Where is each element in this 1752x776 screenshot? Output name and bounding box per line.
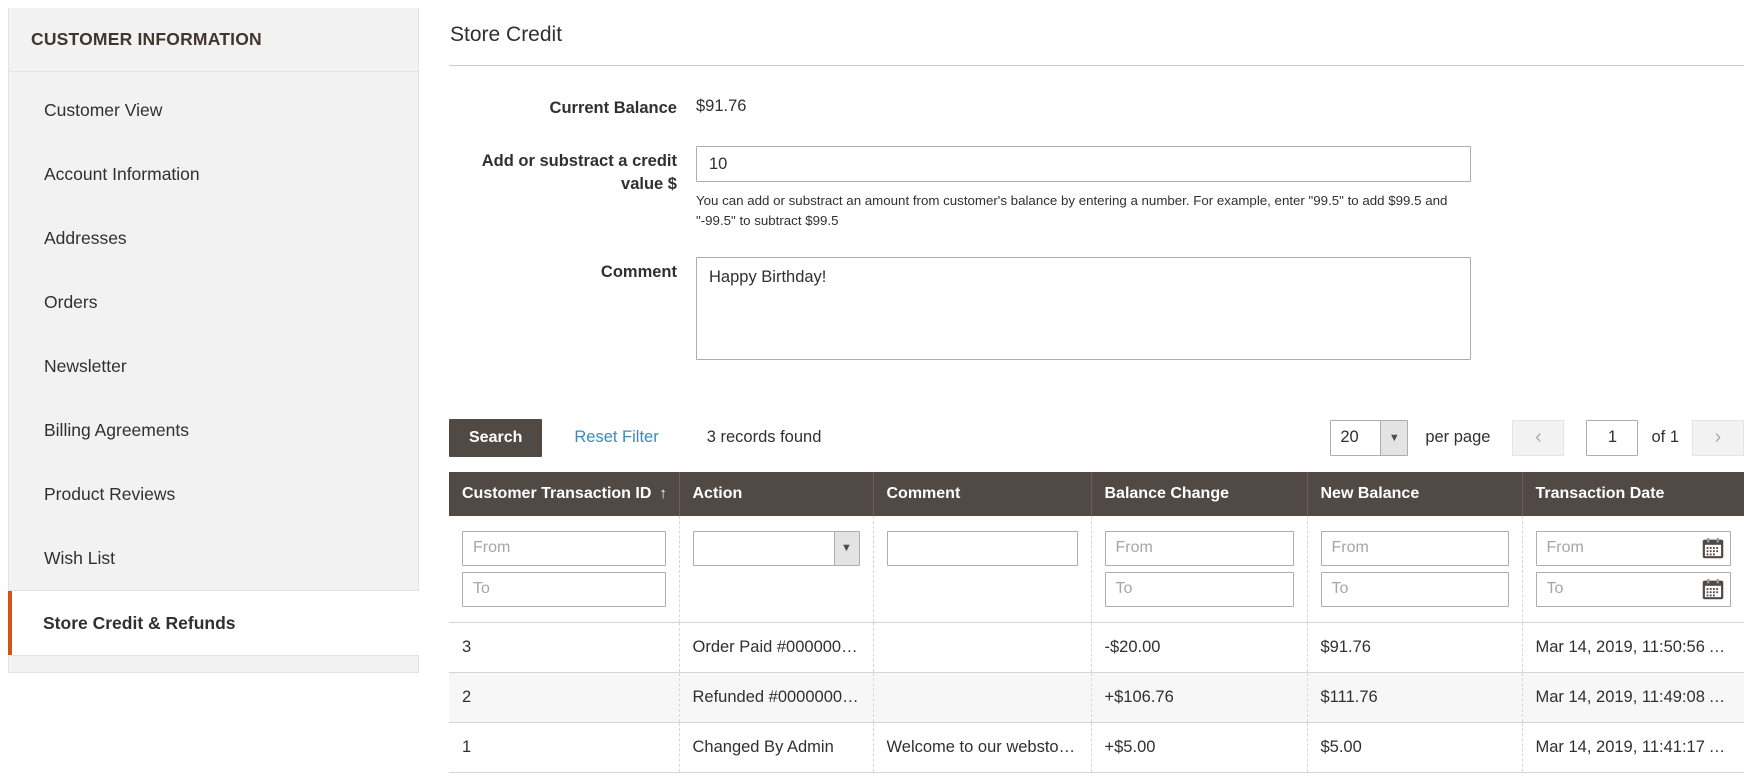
cell-comment: Welcome to our webstore! <box>873 722 1092 773</box>
filter-new-balance-from[interactable] <box>1320 530 1509 566</box>
records-found-label: 3 records found <box>706 428 822 447</box>
sort-ascending-icon: ↑ <box>659 485 667 503</box>
page-title: Store Credit <box>449 8 1744 66</box>
credit-value-row: Add or substract a credit value $ You ca… <box>449 146 1744 230</box>
cell-balance-change: -$20.00 <box>1091 622 1308 673</box>
page-number-input[interactable] <box>1586 419 1639 456</box>
filter-comment-input[interactable] <box>886 530 1078 566</box>
search-button[interactable]: Search <box>449 418 543 457</box>
cell-transaction-id: 2 <box>449 672 680 723</box>
current-balance-value: $91.76 <box>696 97 747 115</box>
filter-balance-change-to[interactable] <box>1104 571 1294 607</box>
cell-transaction-id: 1 <box>449 722 680 773</box>
cell-comment <box>873 672 1092 723</box>
sidebar-item-addresses[interactable]: Addresses <box>9 206 418 270</box>
per-page-select[interactable]: 20 ▼ <box>1330 419 1409 456</box>
calendar-icon[interactable] <box>1702 537 1724 559</box>
filter-date-from-wrapper <box>1535 530 1731 566</box>
filter-new-balance-to[interactable] <box>1320 571 1509 607</box>
calendar-icon[interactable] <box>1702 578 1724 600</box>
sidebar-nav: Customer View Account Information Addres… <box>8 72 419 656</box>
table-header-row: Customer Transaction ID ↑ Action Comment… <box>449 471 1744 516</box>
column-header-transaction-date[interactable]: Transaction Date <box>1522 471 1744 516</box>
cell-balance-change: +$5.00 <box>1091 722 1308 773</box>
sidebar-item-orders[interactable]: Orders <box>9 270 418 334</box>
column-header-action[interactable]: Action <box>679 471 874 516</box>
comment-row: Comment <box>449 256 1744 365</box>
per-page-label: per page <box>1425 428 1491 447</box>
cell-action: Order Paid #000000004 <box>679 622 874 673</box>
sidebar-item-product-reviews[interactable]: Product Reviews <box>9 462 418 526</box>
sidebar-item-customer-view[interactable]: Customer View <box>9 78 418 142</box>
column-header-customer-transaction-id[interactable]: Customer Transaction ID ↑ <box>449 471 680 516</box>
per-page-value: 20 <box>1340 428 1359 447</box>
filter-balance-change-from[interactable] <box>1104 530 1294 566</box>
customer-information-sidebar: CUSTOMER INFORMATION Customer View Accou… <box>8 8 419 673</box>
previous-page-button[interactable]: ‹ <box>1512 419 1565 456</box>
cell-action: Changed By Admin <box>679 722 874 773</box>
total-pages-label: of 1 <box>1651 428 1679 447</box>
cell-balance-change: +$106.76 <box>1091 672 1308 723</box>
table-row[interactable]: 2 Refunded #000000003 +$106.76 $111.76 M… <box>449 672 1744 723</box>
table-filter-row: ▼ <box>449 515 1744 623</box>
filter-cell-action: ▼ <box>679 515 874 623</box>
credit-value-input[interactable] <box>696 146 1471 183</box>
cell-new-balance: $91.76 <box>1307 622 1523 673</box>
sidebar-item-store-credit-refunds[interactable]: Store Credit & Refunds <box>8 591 419 655</box>
pager: 20 ▼ per page ‹ of 1 › <box>1330 419 1744 456</box>
chevron-down-icon: ▼ <box>833 531 859 565</box>
chevron-down-icon: ▼ <box>1380 420 1408 455</box>
column-header-balance-change[interactable]: Balance Change <box>1091 471 1308 516</box>
cell-transaction-date: Mar 14, 2019, 11:50:56 AM <box>1522 622 1744 673</box>
cell-action: Refunded #000000003 <box>679 672 874 723</box>
table-row[interactable]: 1 Changed By Admin Welcome to our websto… <box>449 722 1744 773</box>
sidebar-item-wish-list[interactable]: Wish List <box>9 526 418 590</box>
store-credit-transactions-table: Customer Transaction ID ↑ Action Comment… <box>449 471 1744 773</box>
column-label: Customer Transaction ID <box>462 484 652 502</box>
current-balance-label: Current Balance <box>549 99 677 117</box>
filter-cell-transaction-id <box>449 515 680 623</box>
cell-comment <box>873 622 1092 673</box>
cell-new-balance: $5.00 <box>1307 722 1523 773</box>
grid-toolbar: Search Reset Filter 3 records found 20 ▼… <box>449 417 1744 459</box>
credit-value-label: Add or substract a credit value $ <box>481 152 677 193</box>
credit-value-note: You can add or substract an amount from … <box>696 193 1448 228</box>
comment-textarea[interactable] <box>696 256 1471 360</box>
chevron-right-icon: › <box>1714 426 1722 449</box>
filter-cell-balance-change <box>1091 515 1308 623</box>
filter-action-select[interactable]: ▼ <box>692 530 860 566</box>
next-page-button[interactable]: › <box>1692 419 1744 456</box>
comment-label: Comment <box>600 262 677 281</box>
filter-transaction-id-from[interactable] <box>462 530 666 566</box>
filter-transaction-id-to[interactable] <box>462 571 666 607</box>
filter-cell-transaction-date <box>1522 515 1744 623</box>
main-content: Store Credit Current Balance $91.76 Add … <box>449 8 1744 773</box>
sidebar-item-account-information[interactable]: Account Information <box>9 142 418 206</box>
cell-transaction-id: 3 <box>449 622 680 673</box>
chevron-left-icon: ‹ <box>1535 426 1542 449</box>
sidebar-active-wrapper: Store Credit & Refunds <box>8 590 419 656</box>
filter-cell-comment <box>873 515 1092 623</box>
sidebar-item-billing-agreements[interactable]: Billing Agreements <box>9 398 418 462</box>
filter-date-to-wrapper <box>1535 571 1731 607</box>
table-row[interactable]: 3 Order Paid #000000004 -$20.00 $91.76 M… <box>449 622 1744 673</box>
column-header-comment[interactable]: Comment <box>873 471 1092 516</box>
page-root: CUSTOMER INFORMATION Customer View Accou… <box>0 0 1752 776</box>
filter-action-value <box>694 532 834 565</box>
cell-new-balance: $111.76 <box>1307 672 1523 723</box>
cell-transaction-date: Mar 14, 2019, 11:41:17 AM <box>1522 722 1744 773</box>
sidebar-item-newsletter[interactable]: Newsletter <box>9 334 418 398</box>
cell-transaction-date: Mar 14, 2019, 11:49:08 AM <box>1522 672 1744 723</box>
column-header-new-balance[interactable]: New Balance <box>1307 471 1523 516</box>
reset-filter-link[interactable]: Reset Filter <box>574 428 658 447</box>
filter-cell-new-balance <box>1307 515 1523 623</box>
current-balance-row: Current Balance $91.76 <box>449 93 1744 119</box>
sidebar-title: CUSTOMER INFORMATION <box>9 8 418 72</box>
